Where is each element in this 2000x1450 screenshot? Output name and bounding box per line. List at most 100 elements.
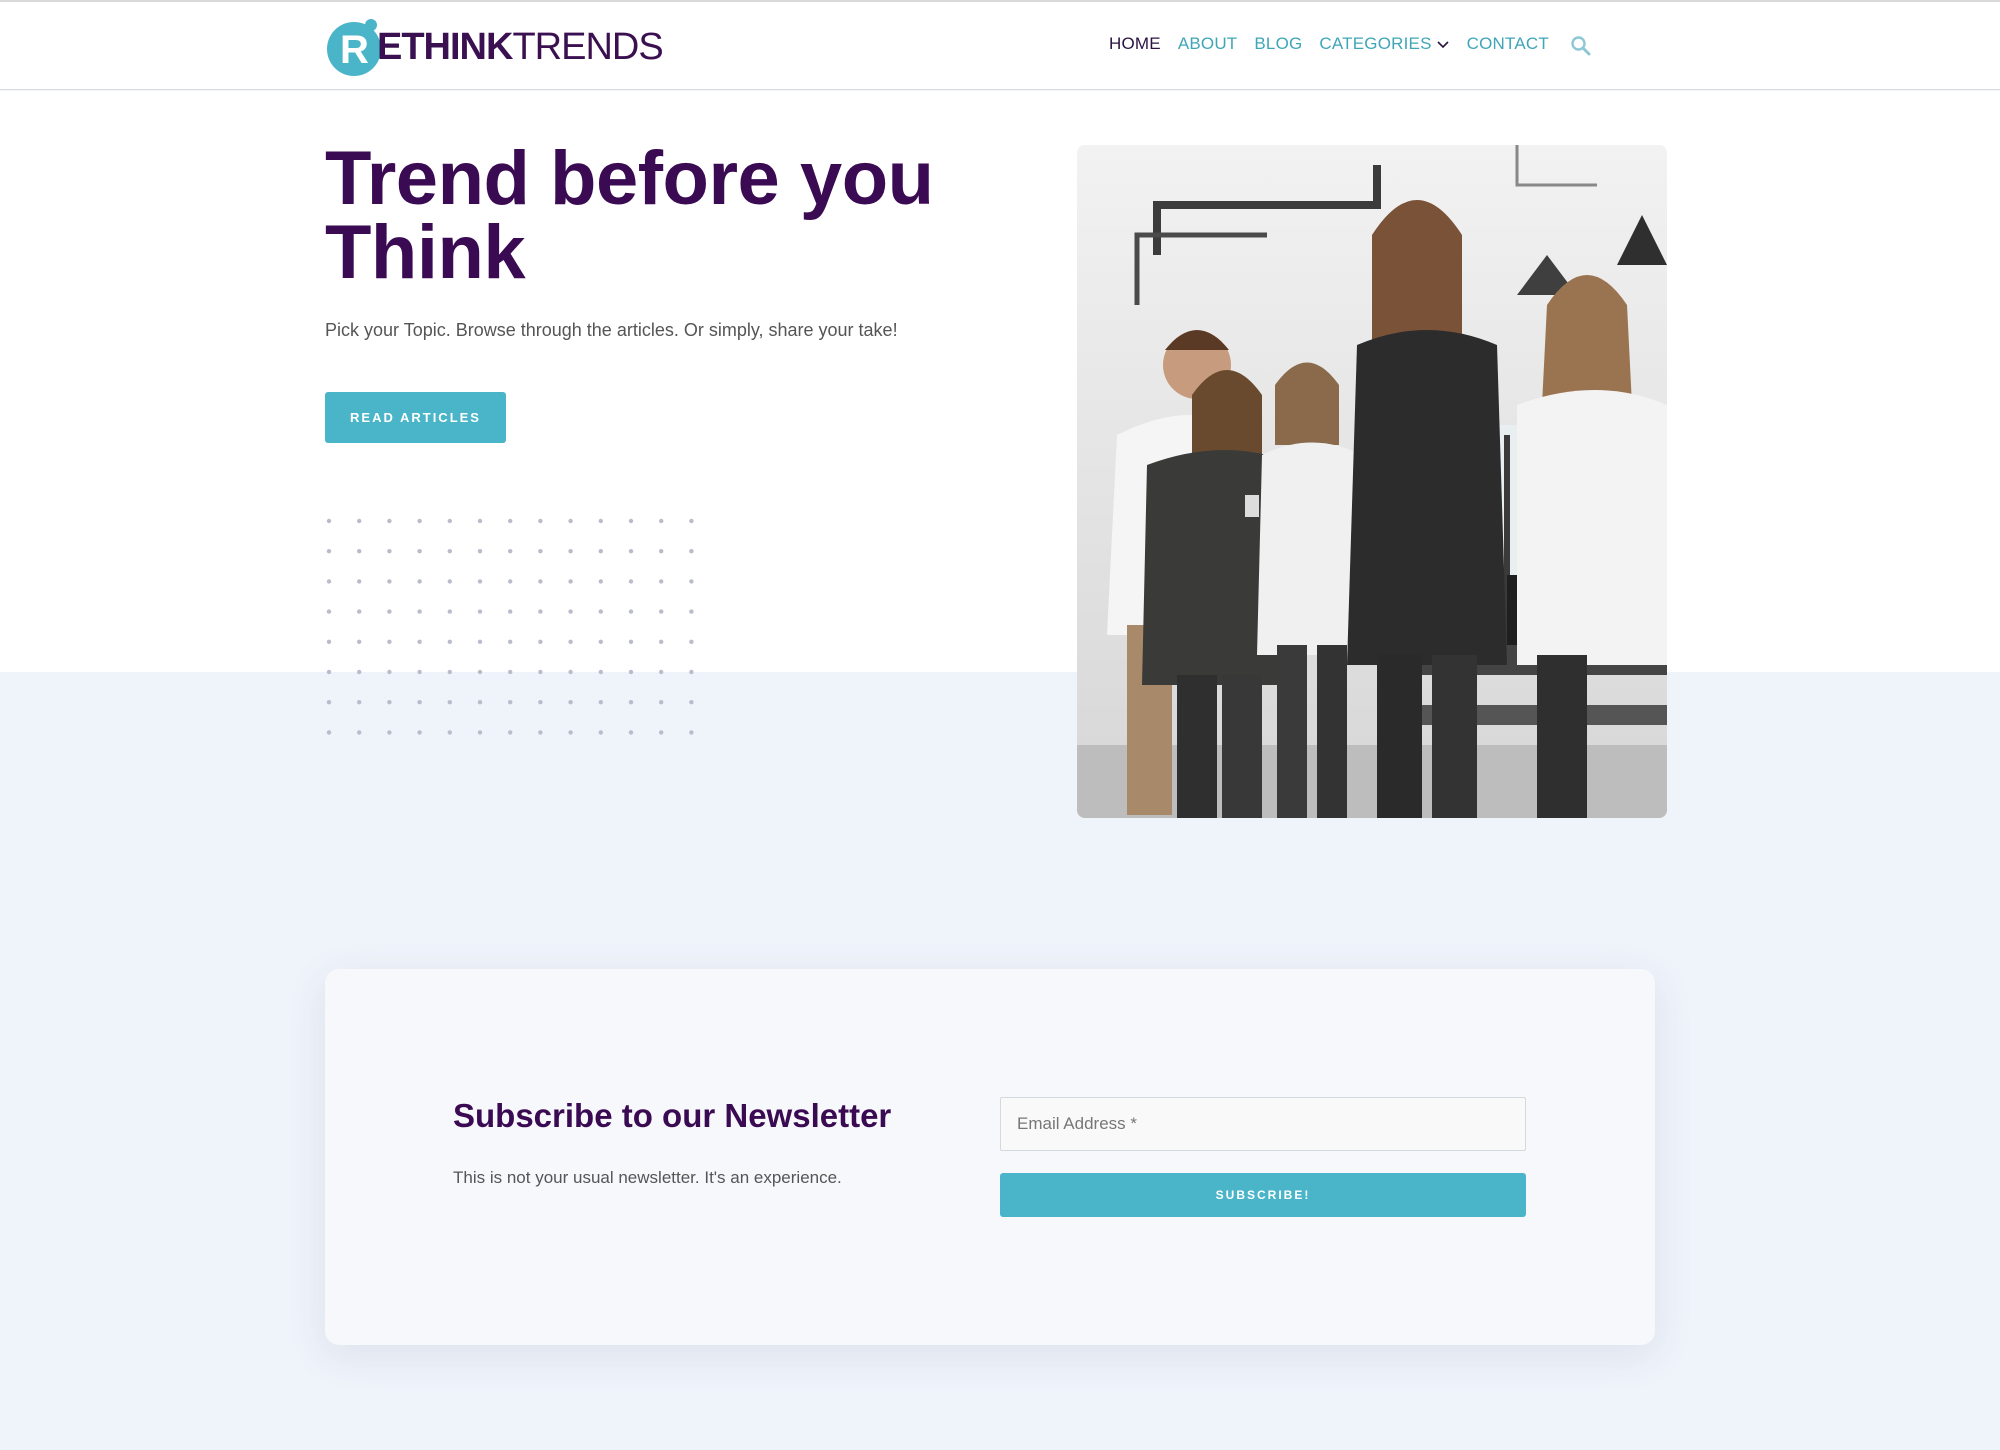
decoration-dot bbox=[447, 700, 452, 705]
nav-categories-label: CATEGORIES bbox=[1319, 34, 1432, 53]
dot-grid-decoration bbox=[326, 518, 694, 735]
decoration-dot bbox=[447, 669, 452, 675]
decoration-dot bbox=[689, 639, 694, 644]
decoration-dot bbox=[659, 639, 664, 644]
decoration-dot bbox=[477, 518, 483, 524]
decoration-dot bbox=[568, 639, 573, 644]
decoration-dot bbox=[447, 549, 452, 554]
read-articles-button[interactable]: READ ARTICLES bbox=[325, 392, 506, 443]
decoration-dot bbox=[447, 639, 452, 644]
decoration-dot bbox=[659, 700, 664, 705]
decoration-dot bbox=[659, 669, 664, 675]
decoration-dot bbox=[538, 609, 543, 614]
decoration-dot bbox=[568, 518, 573, 524]
decoration-dot bbox=[598, 609, 603, 614]
decoration-dot bbox=[417, 730, 422, 735]
decoration-dot bbox=[508, 639, 513, 644]
decoration-dot bbox=[538, 669, 543, 675]
decoration-dot bbox=[447, 518, 452, 524]
decoration-dot bbox=[477, 730, 483, 735]
decoration-dot bbox=[628, 579, 634, 584]
decoration-dot bbox=[628, 549, 634, 554]
decoration-dot bbox=[659, 730, 664, 735]
nav-home[interactable]: HOME bbox=[1109, 34, 1161, 54]
logo-text-bold: ETHINK bbox=[377, 26, 513, 68]
decoration-dot bbox=[659, 518, 664, 524]
nav-categories[interactable]: CATEGORIES bbox=[1319, 34, 1449, 54]
decoration-dot bbox=[326, 518, 332, 524]
chevron-down-icon bbox=[1437, 41, 1449, 49]
decoration-dot bbox=[387, 669, 392, 675]
nav-blog[interactable]: BLOG bbox=[1254, 34, 1302, 54]
decoration-dot bbox=[568, 579, 573, 584]
newsletter-card: Subscribe to our Newsletter This is not … bbox=[325, 969, 1655, 1345]
site-logo[interactable]: R ETHINK TRENDS bbox=[325, 16, 664, 78]
decoration-dot bbox=[598, 730, 603, 735]
decoration-dot bbox=[447, 730, 452, 735]
decoration-dot bbox=[628, 609, 634, 614]
decoration-dot bbox=[538, 730, 543, 735]
hero-title-line-1: Trend before you bbox=[325, 136, 934, 221]
decoration-dot bbox=[508, 518, 513, 524]
decoration-dot bbox=[628, 700, 634, 705]
decoration-dot bbox=[659, 549, 664, 554]
decoration-dot bbox=[387, 639, 392, 644]
decoration-dot bbox=[387, 730, 392, 735]
decoration-dot bbox=[598, 549, 603, 554]
decoration-dot bbox=[447, 609, 452, 614]
decoration-dot bbox=[357, 518, 362, 524]
decoration-dot bbox=[689, 669, 694, 675]
nav-contact[interactable]: CONTACT bbox=[1467, 34, 1549, 54]
decoration-dot bbox=[508, 700, 513, 705]
site-header: R ETHINK TRENDS HOME ABOUT BLOG CATEGORI… bbox=[0, 2, 2000, 90]
hero-title: Trend before you Think bbox=[325, 141, 1025, 291]
decoration-dot bbox=[598, 639, 603, 644]
logo-text-light: TRENDS bbox=[512, 26, 663, 68]
decoration-dot bbox=[689, 609, 694, 614]
decoration-dot bbox=[417, 700, 422, 705]
decoration-dot bbox=[538, 549, 543, 554]
decoration-dot bbox=[417, 518, 422, 524]
decoration-dot bbox=[659, 609, 664, 614]
decoration-dot bbox=[598, 669, 603, 675]
decoration-dot bbox=[568, 669, 573, 675]
decoration-dot bbox=[326, 639, 332, 644]
decoration-dot bbox=[477, 549, 483, 554]
subscribe-button[interactable]: SUBSCRIBE! bbox=[1000, 1173, 1526, 1217]
decoration-dot bbox=[387, 549, 392, 554]
decoration-dot bbox=[508, 549, 513, 554]
decoration-dot bbox=[357, 730, 362, 735]
decoration-dot bbox=[447, 579, 452, 584]
decoration-dot bbox=[357, 609, 362, 614]
decoration-dot bbox=[387, 518, 392, 524]
decoration-dot bbox=[417, 669, 422, 675]
nav-about[interactable]: ABOUT bbox=[1178, 34, 1238, 54]
decoration-dot bbox=[598, 518, 603, 524]
decoration-dot bbox=[326, 549, 332, 554]
decoration-dot bbox=[357, 639, 362, 644]
decoration-dot bbox=[538, 579, 543, 584]
search-icon[interactable] bbox=[1570, 35, 1592, 57]
decoration-dot bbox=[326, 700, 332, 705]
decoration-dot bbox=[628, 669, 634, 675]
decoration-dot bbox=[417, 639, 422, 644]
decoration-dot bbox=[598, 579, 603, 584]
decoration-dot bbox=[628, 518, 634, 524]
decoration-dot bbox=[477, 579, 483, 584]
decoration-dot bbox=[508, 669, 513, 675]
decoration-dot bbox=[387, 579, 392, 584]
decoration-dot bbox=[568, 730, 573, 735]
email-field[interactable] bbox=[1000, 1097, 1526, 1151]
decoration-dot bbox=[689, 730, 694, 735]
decoration-dot bbox=[538, 518, 543, 524]
decoration-dot bbox=[689, 700, 694, 705]
decoration-dot bbox=[477, 639, 483, 644]
decoration-dot bbox=[659, 579, 664, 584]
decoration-dot bbox=[538, 639, 543, 644]
decoration-dot bbox=[689, 518, 694, 524]
decoration-dot bbox=[568, 549, 573, 554]
svg-text:R: R bbox=[340, 28, 369, 72]
decoration-dot bbox=[689, 579, 694, 584]
main-nav: HOME ABOUT BLOG CATEGORIES CONTACT bbox=[1109, 34, 1566, 54]
hero-subtitle: Pick your Topic. Browse through the arti… bbox=[325, 320, 898, 340]
